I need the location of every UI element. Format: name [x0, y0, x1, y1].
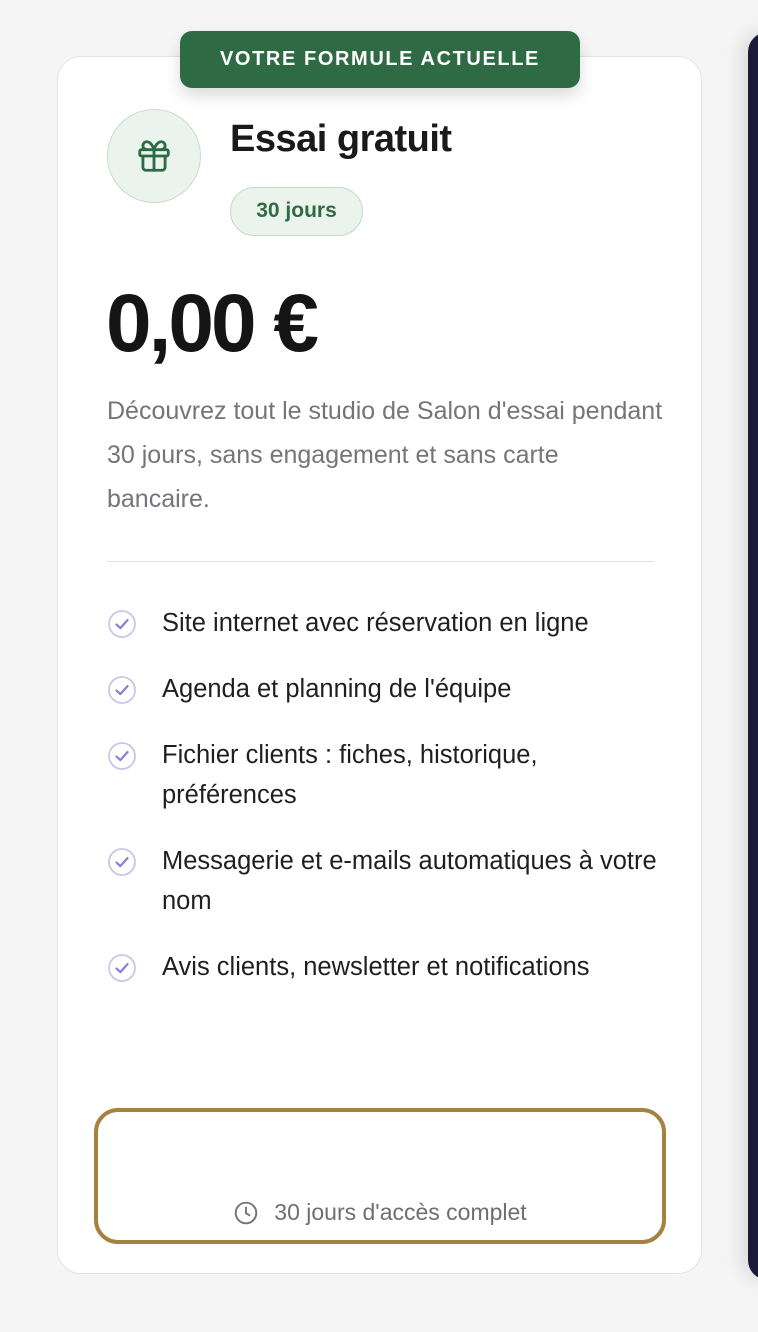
feature-item: Site internet avec réservation en ligne: [107, 603, 667, 643]
feature-item: Messagerie et e-mails automatiques à vot…: [107, 841, 667, 921]
adjacent-plan-card: [748, 32, 758, 1280]
plan-description: Découvrez tout le studio de Salon d'essa…: [107, 397, 663, 513]
plan-action-box[interactable]: 30 jours d'accès complet: [94, 1108, 666, 1244]
feature-text: Avis clients, newsletter et notification…: [162, 953, 590, 981]
feature-text: Fichier clients : fiches, historique, pr…: [162, 741, 538, 809]
gift-icon: [138, 140, 170, 172]
feature-item: Fichier clients : fiches, historique, pr…: [107, 735, 667, 815]
check-circle-icon: [108, 848, 136, 876]
feature-text: Messagerie et e-mails automatiques à vot…: [162, 847, 657, 915]
plan-icon-circle: [107, 109, 201, 203]
section-divider: [107, 561, 654, 562]
access-note: 30 jours d'accès complet: [98, 1199, 662, 1226]
plan-title: Essai gratuit: [230, 118, 452, 160]
check-circle-icon: [108, 742, 136, 770]
duration-badge: 30 jours: [230, 187, 363, 236]
clock-icon: [235, 1201, 258, 1224]
plan-price: 0,00 €: [106, 278, 319, 369]
check-circle-icon: [108, 676, 136, 704]
current-plan-badge: VOTRE FORMULE ACTUELLE: [180, 31, 580, 88]
feature-list: Site internet avec réservation en ligne …: [107, 603, 667, 1013]
feature-item: Agenda et planning de l'équipe: [107, 669, 667, 709]
check-circle-icon: [108, 610, 136, 638]
access-note-text: 30 jours d'accès complet: [274, 1199, 527, 1225]
feature-text: Agenda et planning de l'équipe: [162, 675, 512, 703]
feature-text: Site internet avec réservation en ligne: [162, 609, 589, 637]
feature-item: Avis clients, newsletter et notification…: [107, 947, 667, 987]
check-circle-icon: [108, 954, 136, 982]
